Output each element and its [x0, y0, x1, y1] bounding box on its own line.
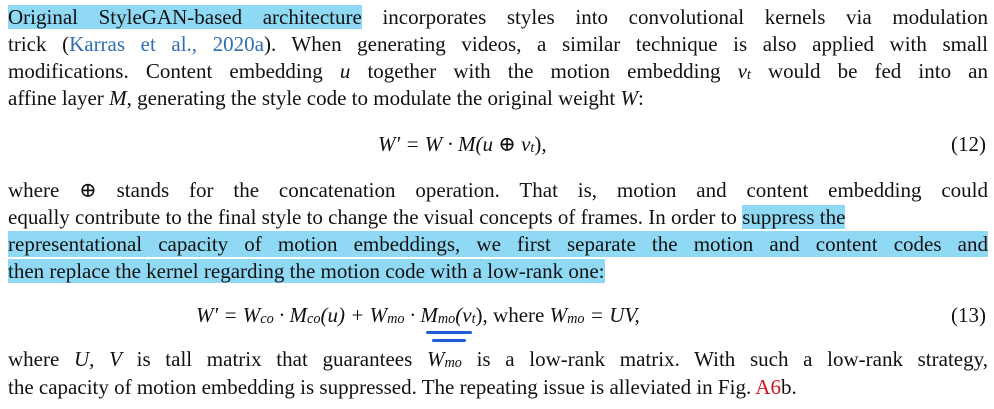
figure-ref-link[interactable]: A6	[755, 375, 781, 399]
eq13-part8: = UV,	[584, 303, 640, 327]
equation-13: W′ = Wco · Mco(u) + Wmo · Mmo(vt), where…	[0, 300, 994, 330]
sub-t: t	[746, 67, 751, 84]
eq13-part4: · M	[404, 303, 438, 327]
eq13-part3: (u) +	[320, 303, 370, 327]
para1-line2-pre: trick (	[8, 32, 70, 56]
eq12-sub-t: t	[530, 140, 535, 157]
equation-12-number: (12)	[951, 132, 986, 156]
var-UV: U, V	[73, 347, 122, 371]
highlight-suppress-start: suppress the	[742, 205, 846, 229]
para1-line2-post: ). When generating videos, a similar tec…	[263, 32, 988, 56]
eq13-part5: (v	[455, 303, 472, 327]
para1-line4-pre: affine layer	[8, 86, 110, 110]
eq13-sub-t: t	[471, 311, 476, 328]
para1-line3-mid: together with the motion embedding	[350, 59, 738, 83]
para3-line1-mid: is tall matrix that guarantees	[121, 347, 427, 371]
highlight-suppress-middle: representational capacity of motion embe…	[8, 231, 988, 257]
sub-mo: mo	[444, 355, 462, 372]
pen-underline-top	[426, 331, 472, 334]
para3-line2-pre: the capacity of motion embedding is supp…	[8, 375, 756, 399]
highlight-suppress-end: then replace the kernel regarding the mo…	[8, 259, 605, 283]
eq12-lhs: W′	[378, 132, 401, 156]
para2-line2: equally contribute to the final style to…	[8, 204, 988, 230]
para2-line3: representational capacity of motion embe…	[8, 231, 988, 257]
eq13-part6: ),	[475, 303, 494, 327]
var-W-mo: W	[426, 347, 445, 371]
para3-line1: where U, V is tall matrix that guarantee…	[8, 346, 988, 372]
eq13-sub-mo-3: mo	[567, 311, 585, 328]
para1-line4: affine layer M, generating the style cod…	[8, 85, 988, 111]
equation-12-body: W′ = W · M(u ⊕ vt),	[378, 129, 547, 159]
eq13-where: where	[493, 303, 550, 327]
para1-line4-post: :	[638, 86, 644, 110]
var-W: W	[620, 86, 639, 110]
eq13-sub-co-2: co	[306, 311, 321, 328]
para2-line2-text: equally contribute to the final style to…	[8, 205, 737, 229]
para1-line2: trick (Karras et al., 2020a). When gener…	[8, 31, 988, 57]
citation-link-karras[interactable]: Karras et al., 2020a	[69, 32, 264, 56]
eq13-part1: W′ = W	[196, 303, 261, 327]
para3-line1-pre: where	[8, 347, 74, 371]
equation-13-body: W′ = Wco · Mco(u) + Wmo · Mmo(vt), where…	[196, 300, 640, 330]
para3-line2-post: b.	[780, 375, 797, 399]
equation-12: W′ = W · M(u ⊕ vt), (12)	[0, 129, 994, 159]
var-M: M	[109, 86, 127, 110]
var-u: u	[339, 59, 351, 83]
eq12-close: ),	[534, 132, 547, 156]
eq13-part7: W	[549, 303, 568, 327]
pen-underline-bottom	[432, 339, 466, 342]
eq13-sub-mo: mo	[387, 311, 405, 328]
eq13-sub-co: co	[260, 311, 274, 328]
para1-line1: Original StyleGAN-based architecture inc…	[8, 4, 988, 30]
para1-line4-mid: , generating the style code to modulate …	[126, 86, 621, 110]
para2-line4: then replace the kernel regarding the mo…	[8, 258, 988, 284]
para1-line1-text: incorporates styles into convolutional k…	[361, 5, 988, 29]
var-v: v	[737, 59, 747, 83]
eq12-rhs: = W · M(u ⊕ v	[405, 132, 531, 156]
para1-line3-post: would be fed into an	[750, 59, 988, 83]
para1-line3-pre: modifications. Content embedding	[8, 59, 340, 83]
para2-line1: where ⊕ stands for the concatenation ope…	[8, 178, 988, 202]
para3-line2: the capacity of motion embedding is supp…	[8, 374, 988, 400]
para1-line3: modifications. Content embedding u toget…	[8, 58, 988, 84]
highlight-architecture: Original StyleGAN-based architecture	[8, 5, 362, 29]
para3-line1-post: is a low-rank matrix. With such a low-ra…	[461, 347, 988, 371]
equation-13-number: (13)	[951, 303, 986, 327]
eq13-wmo: W	[369, 303, 388, 327]
eq13-part2: · M	[273, 303, 307, 327]
eq13-sub-mo-2: mo	[437, 311, 456, 328]
